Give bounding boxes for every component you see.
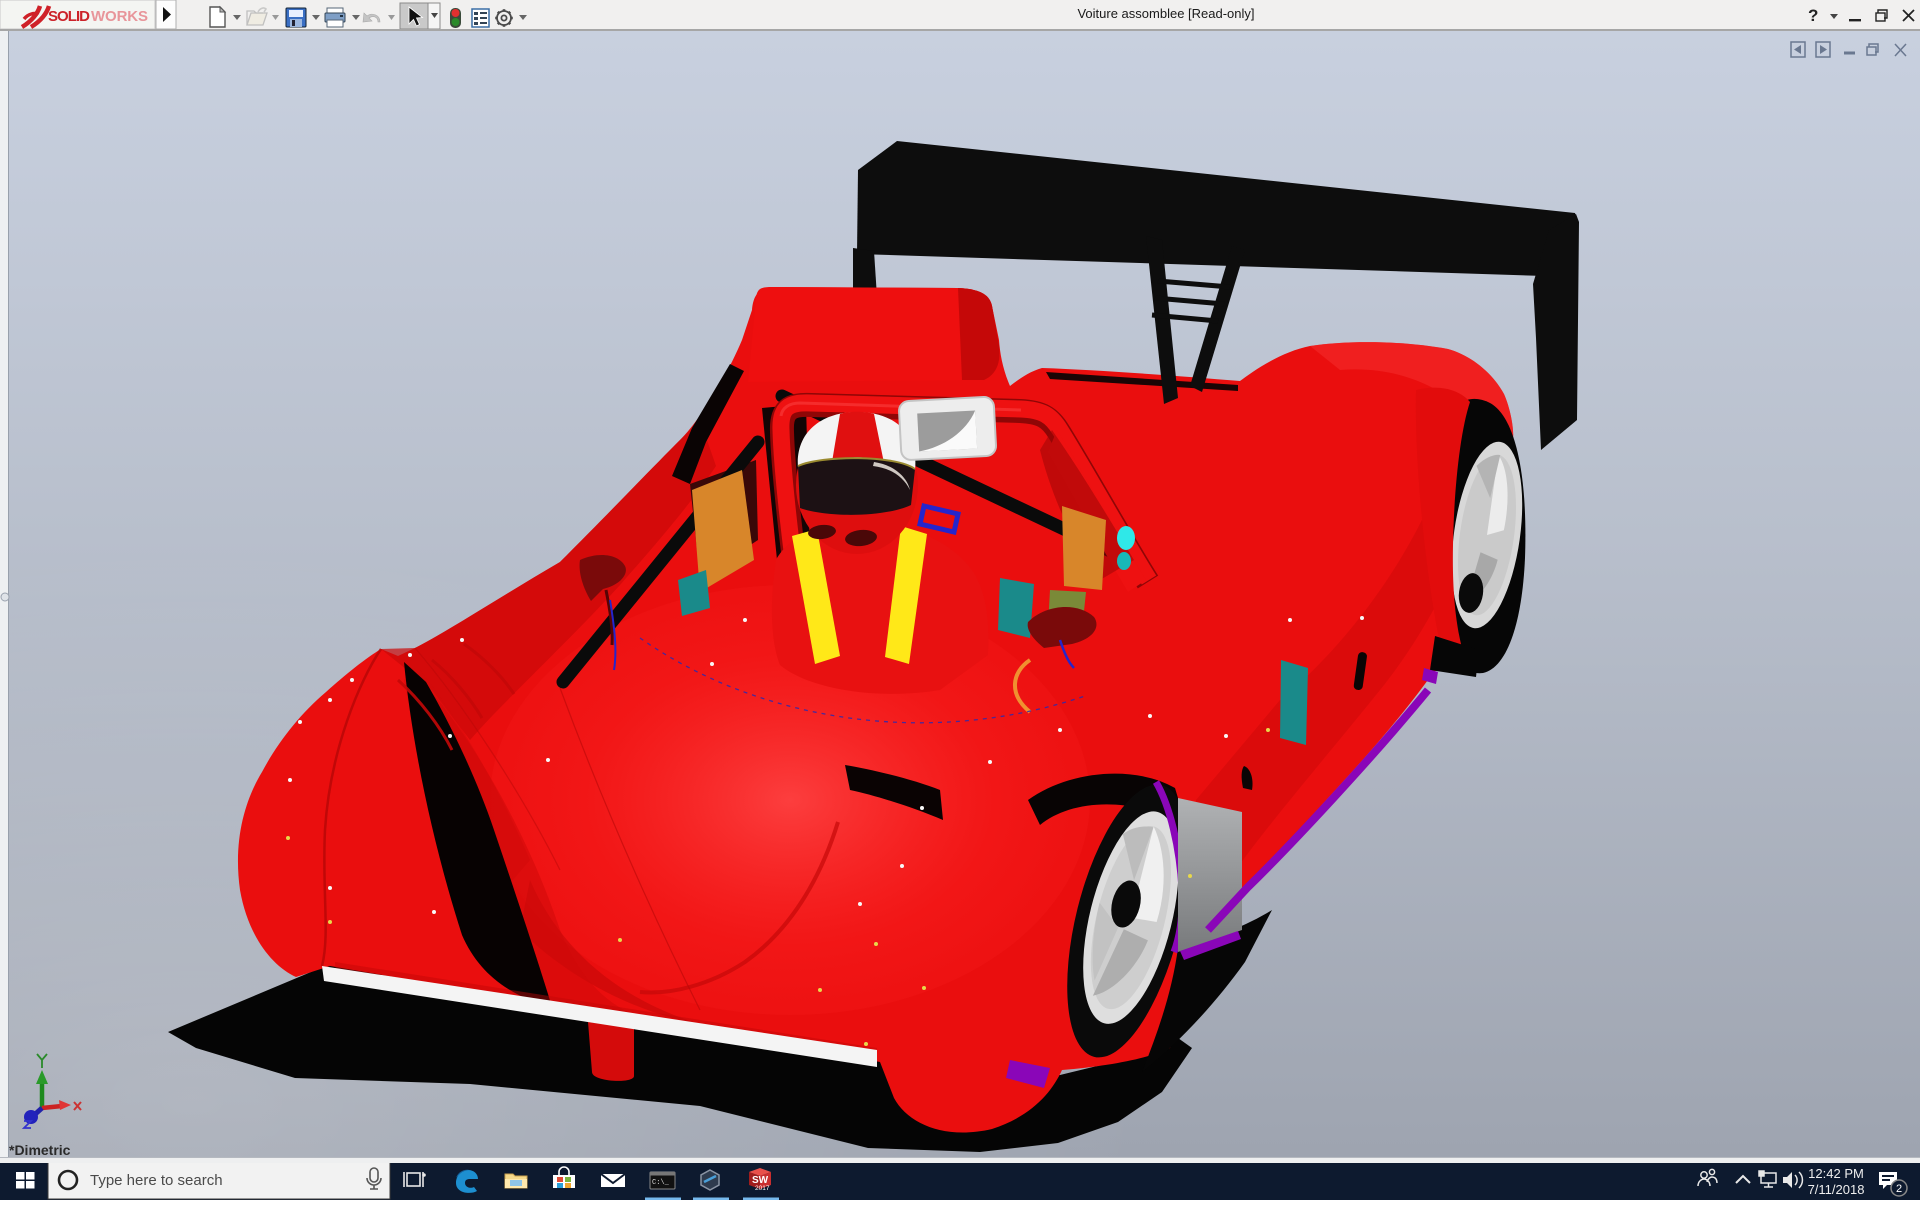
svg-text:2017: 2017 — [755, 1185, 770, 1192]
svg-text:?: ? — [1808, 6, 1818, 25]
svg-text:Type here to search: Type here to search — [90, 1172, 223, 1189]
svg-text:*Dimetric: *Dimetric — [9, 1142, 71, 1157]
svg-text:SOLID: SOLID — [48, 8, 90, 25]
svg-text:2: 2 — [1896, 1183, 1902, 1195]
svg-text:C:\_: C:\_ — [652, 1179, 670, 1187]
svg-text:7/11/2018: 7/11/2018 — [1808, 1182, 1865, 1197]
svg-text:12:42 PM: 12:42 PM — [1808, 1166, 1864, 1181]
svg-text:WORKS: WORKS — [91, 8, 148, 25]
